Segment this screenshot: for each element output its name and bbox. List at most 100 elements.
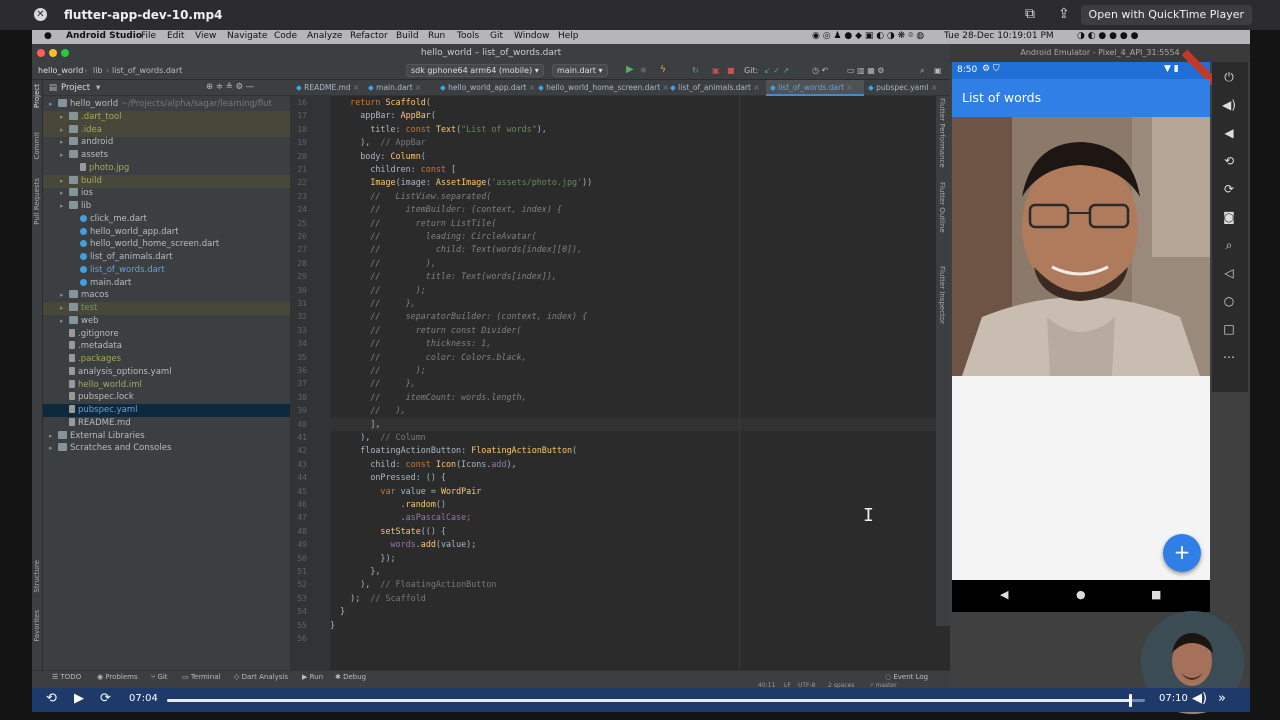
git-update-icon[interactable]: ↙ ✓ ↗ bbox=[764, 66, 789, 75]
code-line[interactable]: // ), bbox=[330, 404, 960, 417]
tree-item[interactable]: ▸ build bbox=[43, 174, 290, 188]
open-with-quicktime-button[interactable]: Open with QuickTime Player bbox=[1080, 5, 1252, 25]
project-panel-actions[interactable]: ⊕ ≑ ≗ ⚙ — bbox=[206, 82, 254, 92]
tree-item[interactable]: ▸ lib bbox=[43, 200, 290, 213]
code-line[interactable]: appBar: AppBar( bbox=[330, 109, 960, 122]
code-line[interactable]: // ); bbox=[330, 364, 960, 377]
tree-item[interactable]: click_me.dart bbox=[43, 213, 290, 226]
structure-tool-tab[interactable]: Structure bbox=[33, 560, 41, 593]
window-close-icon[interactable] bbox=[37, 49, 45, 57]
tree-expand-icon[interactable]: ▸ bbox=[60, 111, 69, 124]
tree-item[interactable]: ▸ .dart_tool bbox=[43, 110, 290, 124]
code-line[interactable]: ); // Scaffold bbox=[330, 592, 960, 605]
code-line[interactable]: body: Column( bbox=[330, 150, 960, 163]
hot-reload-icon[interactable]: ϟ bbox=[660, 65, 666, 75]
tree-expand-icon[interactable]: ▸ bbox=[60, 315, 69, 328]
tree-item[interactable]: list_of_words.dart bbox=[43, 264, 290, 277]
run-tool-tab[interactable]: ▶ Run bbox=[302, 673, 323, 681]
code-line[interactable]: // leading: CircleAvatar( bbox=[330, 230, 960, 243]
camera-icon[interactable]: ◙ bbox=[1222, 210, 1236, 224]
tree-item[interactable]: ▸ External Libraries bbox=[43, 430, 290, 443]
tree-item[interactable]: list_of_animals.dart bbox=[43, 251, 290, 264]
terminal-tool-tab[interactable]: ▭ Terminal bbox=[182, 673, 220, 681]
menu-view[interactable]: View bbox=[195, 31, 216, 41]
menu-refactor[interactable]: Refactor bbox=[350, 31, 388, 41]
run-icon[interactable]: ▶ bbox=[626, 64, 634, 75]
share-icon[interactable]: ⇪ bbox=[1058, 6, 1070, 22]
code-line[interactable]: words.add(value); bbox=[330, 538, 960, 551]
code-line[interactable]: ), // FloatingActionButton bbox=[330, 578, 960, 591]
recents-icon[interactable]: ■ bbox=[1151, 588, 1161, 601]
code-line[interactable]: // }, bbox=[330, 377, 960, 390]
menu-run[interactable]: Run bbox=[428, 31, 445, 41]
code-line[interactable] bbox=[330, 632, 960, 645]
tree-expand-icon[interactable]: ▸ bbox=[60, 200, 69, 213]
editor-tab[interactable]: ◆ pubspec.yaml × bbox=[864, 80, 937, 96]
tree-item[interactable]: ▸ Scratches and Consoles bbox=[43, 442, 290, 455]
settings-icon[interactable]: ▣ bbox=[934, 66, 942, 75]
code-line[interactable]: // ListView.separated( bbox=[330, 190, 960, 203]
back-icon[interactable]: ◀ bbox=[1000, 588, 1008, 601]
code-line[interactable]: // title: Text(words[index]), bbox=[330, 270, 960, 283]
tree-expand-icon[interactable]: ▸ bbox=[60, 149, 69, 162]
code-line[interactable]: // return ListTile( bbox=[330, 217, 960, 230]
code-line[interactable]: // separatorBuilder: (context, index) { bbox=[330, 310, 960, 323]
code-line[interactable]: } bbox=[330, 605, 960, 618]
apple-icon[interactable]: ● bbox=[44, 31, 52, 41]
flutter-performance-tab[interactable]: Flutter Performance bbox=[938, 98, 946, 168]
add-fab-button[interactable]: + bbox=[1163, 534, 1201, 572]
tree-item[interactable]: ▸ .idea bbox=[43, 123, 290, 137]
zoom-icon[interactable]: ⌕ bbox=[1222, 238, 1236, 252]
debug-icon[interactable]: ✱ bbox=[640, 66, 647, 75]
run-config-selector[interactable]: main.dart ▾ bbox=[552, 64, 608, 77]
code-line[interactable]: onPressed: () { bbox=[330, 471, 960, 484]
menu-analyze[interactable]: Analyze bbox=[307, 31, 342, 41]
code-editor[interactable]: return Scaffold( appBar: AppBar( title: … bbox=[330, 96, 960, 670]
volume-down-icon[interactable]: ◀ bbox=[1222, 126, 1236, 140]
scrub-bar[interactable] bbox=[167, 694, 1145, 707]
tree-expand-icon[interactable]: ▸ bbox=[60, 175, 69, 188]
tree-item[interactable]: hello_world_home_screen.dart bbox=[43, 238, 290, 251]
tree-expand-icon[interactable]: ▸ bbox=[60, 302, 69, 315]
close-icon[interactable]: ✕ bbox=[34, 8, 47, 21]
tree-expand-icon[interactable]: ▸ bbox=[49, 98, 58, 111]
favorites-tool-tab[interactable]: Favorites bbox=[33, 610, 41, 642]
editor-tab[interactable]: ◆ hello_world_app.dart × bbox=[436, 80, 535, 96]
tree-item[interactable]: main.dart bbox=[43, 277, 290, 290]
window-zoom-icon[interactable] bbox=[61, 49, 69, 57]
commit-tool-tab[interactable]: Commit bbox=[33, 132, 41, 160]
phone-screen[interactable]: 8:50 ⚙ ⛉ ▼ ▮ List of words + ◀ ● ■ bbox=[952, 49, 1219, 612]
code-line[interactable]: // }, bbox=[330, 297, 960, 310]
project-view-selector[interactable]: Project bbox=[61, 83, 90, 93]
code-line[interactable]: setState(() { bbox=[330, 525, 960, 538]
menu-clock[interactable]: Tue 28-Dec 10:19:01 PM bbox=[944, 31, 1054, 41]
code-line[interactable]: // itemCount: words.length, bbox=[330, 391, 960, 404]
code-line[interactable]: // return const Divider( bbox=[330, 324, 960, 337]
menu-app-name[interactable]: Android Studio bbox=[66, 31, 142, 41]
close-tab-icon[interactable]: × bbox=[929, 83, 937, 92]
close-tab-icon[interactable]: × bbox=[351, 83, 359, 92]
picture-in-picture-icon[interactable]: ⧉ bbox=[1025, 6, 1035, 22]
project-tool-tab[interactable]: Project bbox=[33, 84, 41, 108]
history-icon[interactable]: ◷ ↶ bbox=[812, 66, 828, 75]
flutter-inspector-tab[interactable]: Flutter Inspector bbox=[938, 266, 946, 324]
code-line[interactable]: ], bbox=[330, 417, 960, 431]
close-tab-icon[interactable]: × bbox=[413, 83, 421, 92]
code-line[interactable]: Image(image: AssetImage('assets/photo.jp… bbox=[330, 176, 960, 189]
problems-tool-tab[interactable]: ◉ Problems bbox=[97, 673, 138, 681]
volume-up-icon[interactable]: ◀) bbox=[1222, 98, 1236, 112]
home-control-icon[interactable]: ○ bbox=[1222, 294, 1236, 308]
breadcrumb-lib[interactable]: lib bbox=[93, 66, 103, 75]
editor-tab[interactable]: ◆ hello_world_home_screen.dart × bbox=[534, 80, 669, 96]
code-line[interactable]: ), // Column bbox=[330, 431, 960, 444]
debug-tool-tab[interactable]: ✱ Debug bbox=[335, 673, 366, 681]
tree-item[interactable]: ▸ test bbox=[43, 302, 290, 315]
tree-item[interactable]: ▸ web bbox=[43, 315, 290, 328]
flutter-outline-tab[interactable]: Flutter Outline bbox=[938, 182, 946, 233]
skip-back-icon[interactable]: ⟲ bbox=[46, 691, 57, 706]
power-icon[interactable]: ⏻ bbox=[1222, 70, 1236, 84]
event-log-tab[interactable]: ◌ Event Log bbox=[885, 673, 928, 681]
status-tray-icons-right[interactable]: ◑ ◐ ● ● ● ● bbox=[1077, 31, 1138, 41]
code-line[interactable]: children: const [ bbox=[330, 163, 960, 176]
tree-expand-icon[interactable]: ▸ bbox=[49, 430, 58, 443]
